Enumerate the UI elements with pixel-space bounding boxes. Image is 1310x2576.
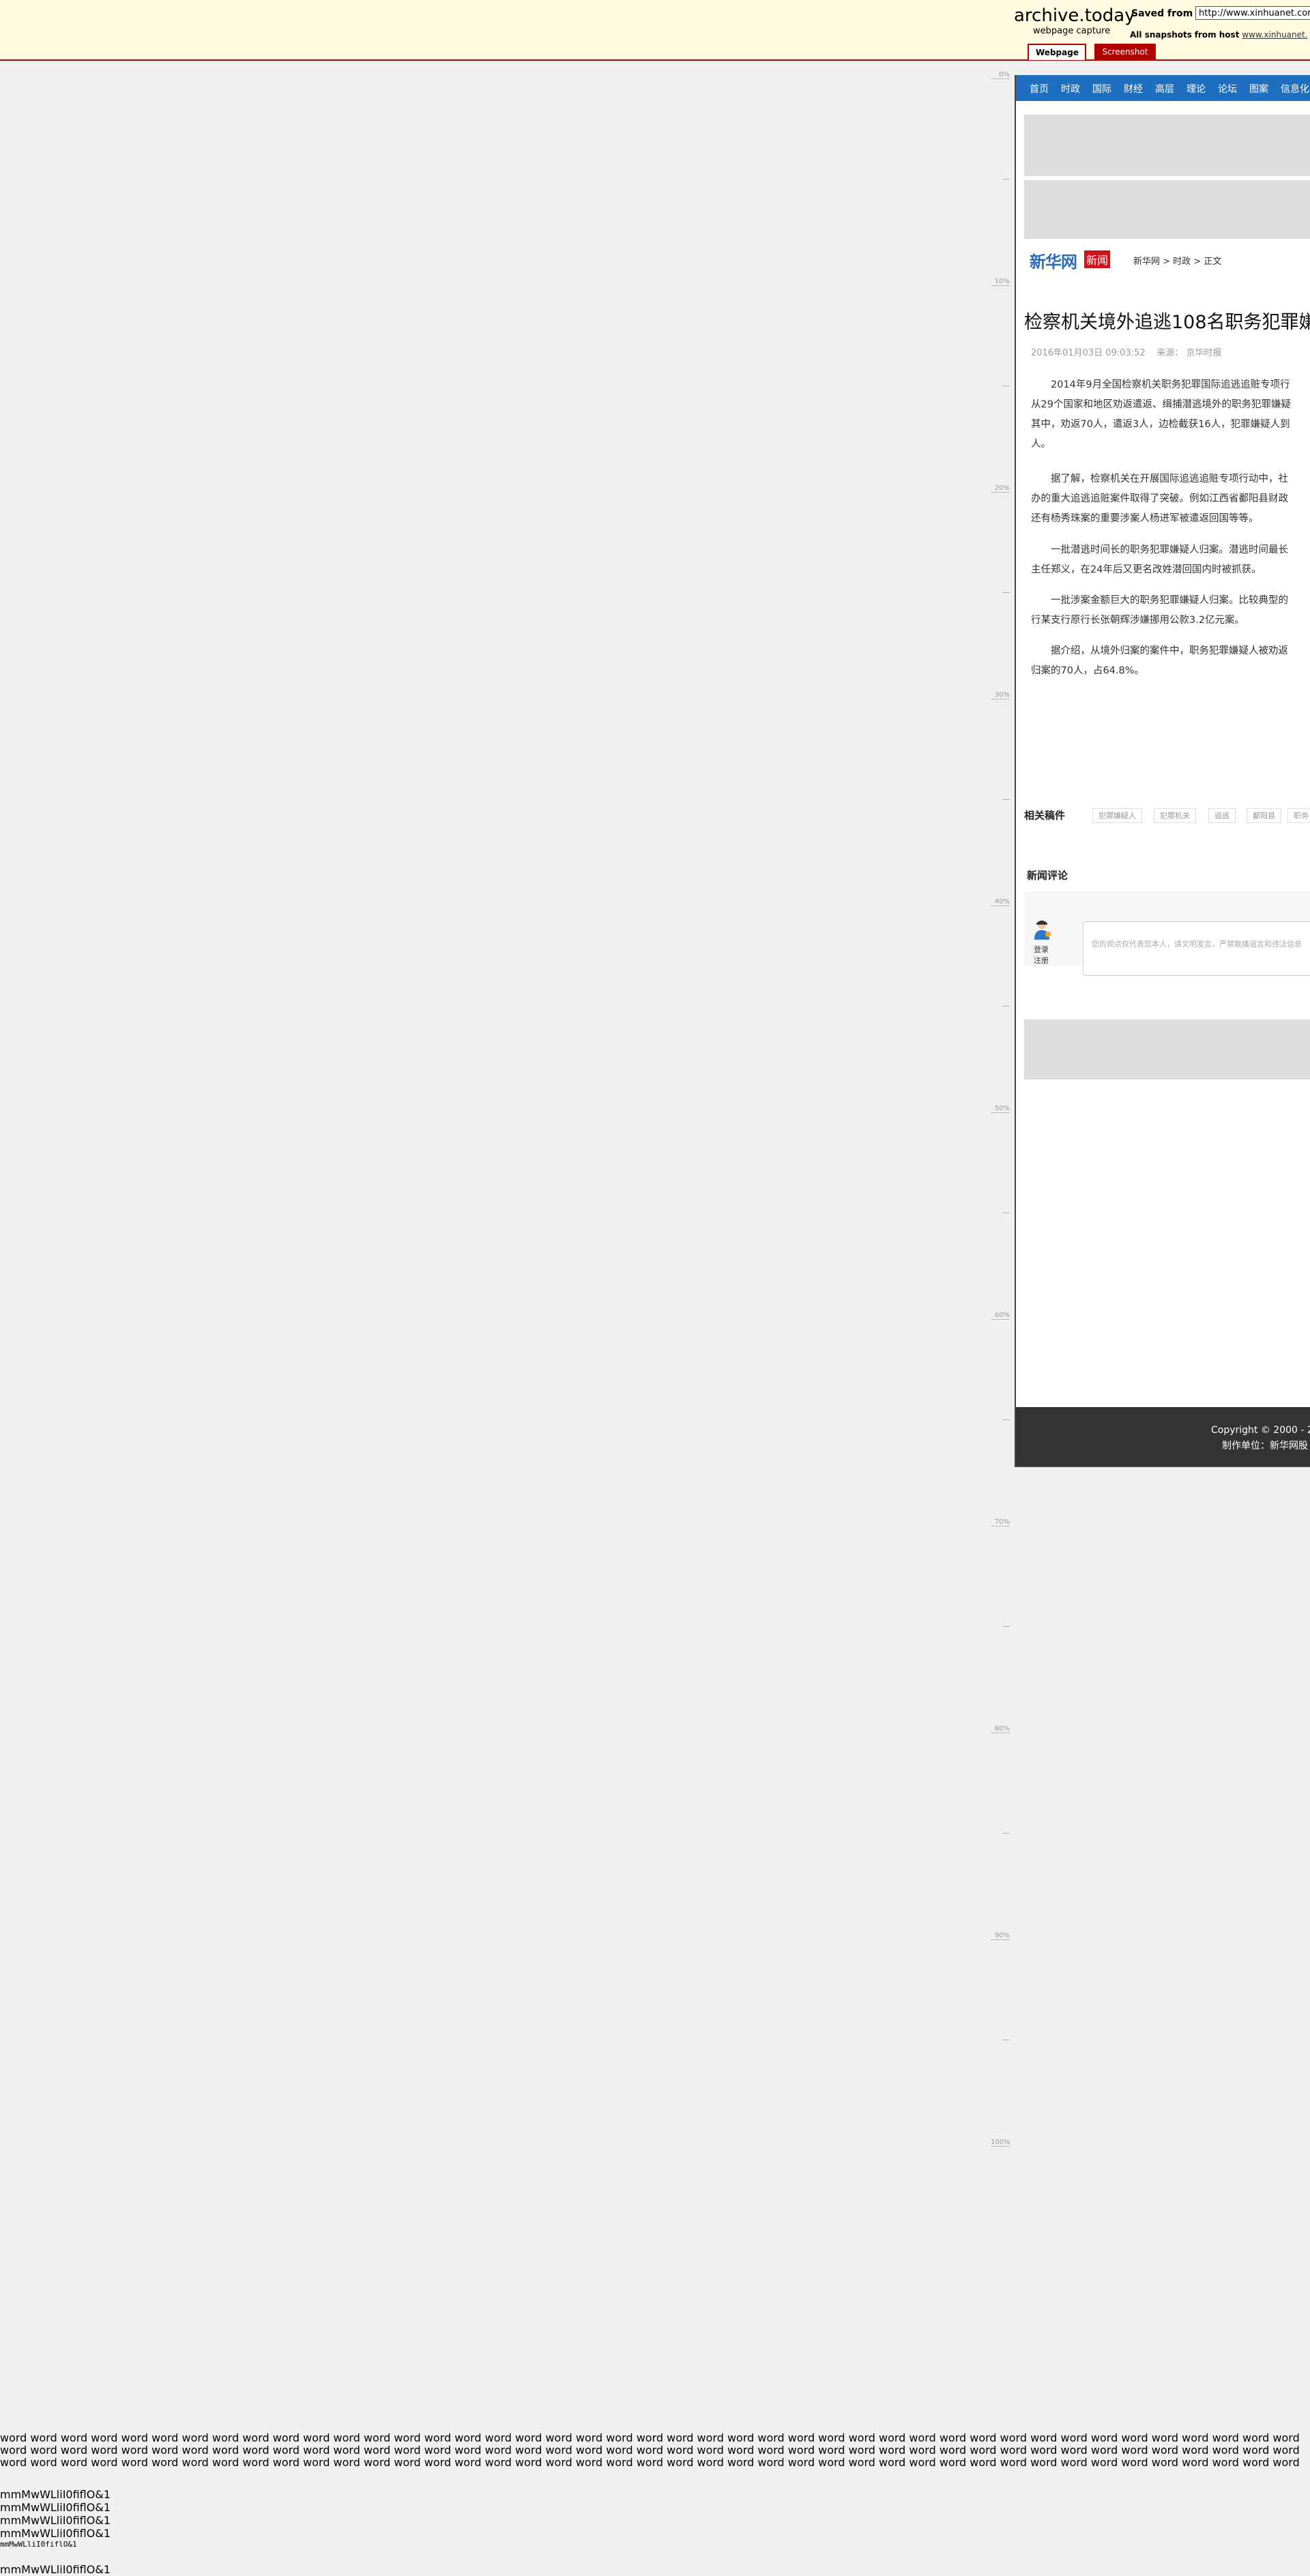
ruler-tick (1003, 592, 1010, 593)
probe-line: mmMwWLliI0fiflO&1 (0, 2563, 111, 2576)
saved-from-label: Saved from (1131, 8, 1193, 19)
archive-logo[interactable]: archive.today (1014, 5, 1135, 26)
article-line: 主任郑义，在24年后又更名改姓潜回国内时被抓获。 (1031, 564, 1262, 575)
ad-banner-top (1024, 115, 1310, 176)
article-line: 一批潜逃时间长的职务犯罪嫌疑人归案。潜逃时间最长 (1031, 545, 1288, 555)
article-line: 据了解，检察机关在开展国际追逃追赃专项行动中，社 (1031, 474, 1288, 484)
ruler-label: 10% (991, 278, 1010, 286)
article-line: 其中，劝返70人，遣返3人，边检截获16人，犯罪嫌疑人到 (1031, 419, 1290, 430)
ruler-label: 50% (991, 1105, 1010, 1113)
ruler-label: 40% (991, 898, 1010, 906)
ruler-tick (1003, 1419, 1010, 1420)
nav-item[interactable]: 财经 (1124, 82, 1143, 96)
probe-line: mmMwWLliI0fiflO&1 (0, 2488, 111, 2501)
article-date: 2016年01月03日 09:03:52 (1031, 348, 1146, 358)
ruler-label: 30% (991, 691, 1010, 699)
snapshots-host-link[interactable]: www.xinhuanet. (1242, 30, 1307, 40)
footer-maker: 制作单位：新华网股 (1222, 1441, 1308, 1451)
article-paragraph: 2014年9月全国检察机关职务犯罪国际追逃追赃专项行 从29个国家和地区劝返遣返、… (1031, 375, 1310, 454)
snapshots-line: All snapshots from host www.xinhuanet. (1130, 30, 1308, 40)
article-paragraph: 一批潜逃时间长的职务犯罪嫌疑人归案。潜逃时间最长 主任郑义，在24年后又更名改姓潜… (1031, 540, 1310, 580)
nav-item[interactable]: 理论 (1187, 82, 1206, 96)
nav-item[interactable]: 图案 (1249, 82, 1268, 96)
comment-placeholder: 您的观点仅代表您本人，请文明发言，严禁散播谣言和违法信息 (1092, 940, 1302, 949)
probe-line: mmMwWLliI0fiflO&1 (0, 2514, 111, 2527)
article-title: 检察机关境外追逃108名职务犯罪嫌疑 (1024, 312, 1310, 333)
article-paragraph: 一批涉案金额巨大的职务犯罪嫌疑人归案。比较典型的 行某支行原行长张朝辉涉嫌挪用公款… (1031, 591, 1310, 631)
ruler-label: 0% (991, 71, 1010, 79)
article-line: 行某支行原行长张朝辉涉嫌挪用公款3.2亿元案。 (1031, 615, 1245, 626)
breadcrumb[interactable]: 新华网 > 时政 > 正文 (1133, 254, 1221, 267)
probe-line: mmMwWLliI0fiflO&1 (0, 2540, 77, 2549)
ruler-label: 20% (991, 484, 1010, 493)
ruler-tick (1003, 799, 1010, 800)
article-paragraph: 据了解，检察机关在开展国际追逃追赃专项行动中，社 办的重大追逃追赃案件取得了突破。… (1031, 469, 1310, 529)
nav-item[interactable]: 高层 (1155, 82, 1174, 96)
related-tag[interactable]: 追逃 (1208, 808, 1236, 823)
article-source: 来源： 京华时报 (1156, 348, 1222, 358)
register-link[interactable]: 注册 (1034, 955, 1049, 966)
site-nav-bar: 首页 时政 国际 财经 高层 理论 论坛 图案 信息化 (1016, 75, 1310, 101)
nav-item[interactable]: 国际 (1092, 82, 1111, 96)
comment-input-box[interactable]: 您的观点仅代表您本人，请文明发言，严禁散播谣言和违法信息 (1083, 921, 1310, 976)
saved-from-url-input[interactable] (1195, 6, 1310, 20)
comment-section-label: 新闻评论 (1027, 869, 1068, 882)
user-avatar-icon (1034, 921, 1051, 940)
news-badge: 新闻 (1084, 250, 1111, 268)
login-link[interactable]: 登录 (1034, 944, 1049, 955)
ruler-label: 80% (991, 1725, 1010, 1733)
ruler-label: 60% (991, 1312, 1010, 1320)
article-line: 据介绍，从境外归案的案件中，职务犯罪嫌疑人被劝返 (1031, 646, 1288, 656)
snapshots-label: All snapshots (1130, 30, 1192, 40)
ruler-tick (1003, 1626, 1010, 1627)
probe-word-block: word word word word word word word word … (0, 2432, 1300, 2470)
ruler-tick (1003, 1006, 1010, 1007)
article-line: 归案的70人，占64.8%。 (1031, 665, 1145, 676)
xinhuanet-logo[interactable]: 新华网 (1030, 248, 1077, 272)
probe-line: mmMwWLliI0fiflO&1 (0, 2501, 111, 2514)
tab-webpage[interactable]: Webpage (1028, 44, 1086, 60)
article-meta: 2016年01月03日 09:03:52 来源： 京华时报 (1031, 345, 1221, 358)
article-line: 办的重大追逃追赃案件取得了突破。例如江西省鄱阳县财政 (1031, 493, 1288, 504)
nav-item[interactable]: 论坛 (1218, 82, 1237, 96)
related-tag[interactable]: 犯罪机关 (1154, 808, 1196, 823)
archive-subtitle: webpage capture (1033, 26, 1111, 36)
nav-item[interactable]: 首页 (1030, 82, 1049, 96)
ad-banner-bottom (1024, 1019, 1310, 1080)
article-line: 2014年9月全国检察机关职务犯罪国际追逃追赃专项行 (1031, 379, 1290, 390)
nav-item[interactable]: 时政 (1061, 82, 1080, 96)
article-line: 还有杨秀珠案的重要涉案人杨进军被遣返回国等等。 (1031, 513, 1259, 524)
site-footer: Copyright © 2000 - 2 制作单位：新华网股 (1016, 1407, 1310, 1466)
footer-copyright: Copyright © 2000 - 2 (1211, 1425, 1310, 1436)
ad-banner-second (1024, 180, 1310, 242)
article-paragraph: 据介绍，从境外归案的案件中，职务犯罪嫌疑人被劝返 归案的70人，占64.8%。 (1031, 641, 1310, 681)
related-tag[interactable]: 犯罪嫌疑人 (1092, 808, 1142, 823)
captured-page-frame: 首页 时政 国际 财经 高层 理论 论坛 图案 信息化 新华网 新闻 新华网 > 时政 > 正文… (1015, 75, 1310, 1467)
tab-screenshot[interactable]: Screenshot (1094, 44, 1156, 60)
article-line: 一批涉案金额巨大的职务犯罪嫌疑人归案。比较典型的 (1031, 595, 1288, 606)
article-line: 从29个国家和地区劝返遣返、缉捕潜逃境外的职务犯罪嫌疑 (1031, 399, 1291, 410)
related-tag[interactable]: 职务 (1287, 808, 1310, 823)
ruler-label: 90% (991, 1932, 1010, 1940)
nav-item[interactable]: 信息化 (1281, 82, 1309, 96)
archive-header: archive.today webpage capture Saved from… (0, 0, 1310, 61)
ruler-label: 70% (991, 1518, 1010, 1526)
article-line: 人。 (1031, 439, 1051, 450)
related-tag[interactable]: 鄱阳县 (1247, 808, 1281, 823)
ruler-label: 100% (991, 2139, 1010, 2147)
brand-row: 新华网 新闻 新华网 > 时政 > 正文 (1024, 239, 1310, 277)
ruler-tick (1003, 1833, 1010, 1834)
snapshots-from: from host (1194, 30, 1240, 40)
probe-line: mmMwWLliI0fiflO&1 (0, 2527, 111, 2540)
related-articles-label: 相关稿件 (1024, 809, 1066, 822)
login-links: 登录 注册 (1034, 944, 1049, 966)
